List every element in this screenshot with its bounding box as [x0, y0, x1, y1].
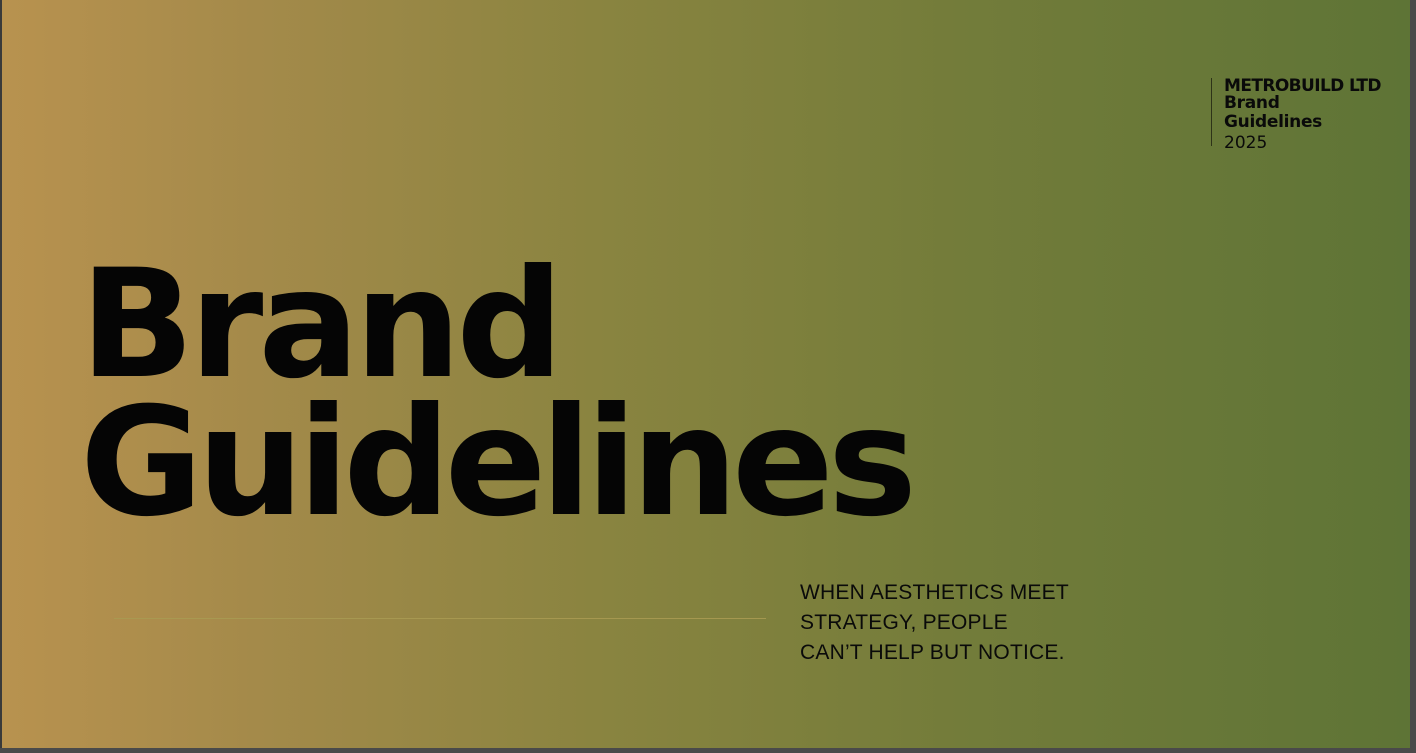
window-frame-bottom	[0, 748, 1416, 753]
cover-slide: METROBUILD LTD Brand Guidelines 2025 Bra…	[2, 0, 1410, 748]
document-title-small: Brand Guidelines	[1224, 93, 1322, 132]
headline-line-2: Guidelines	[80, 376, 917, 550]
horizontal-rule	[114, 618, 766, 619]
vertical-divider	[1211, 78, 1212, 146]
document-year: 2025	[1224, 133, 1268, 153]
brand-corner-block: METROBUILD LTD Brand Guidelines 2025	[1211, 76, 1406, 153]
tagline-line-2: STRATEGY, PEOPLE	[800, 611, 1008, 634]
tagline: WHEN AESTHETICS MEET STRATEGY, PEOPLE CA…	[800, 578, 1100, 668]
tagline-line-1: WHEN AESTHETICS MEET	[800, 581, 1069, 604]
tagline-line-3: CAN’T HELP BUT NOTICE.	[800, 641, 1065, 664]
window-frame-right	[1410, 0, 1416, 753]
